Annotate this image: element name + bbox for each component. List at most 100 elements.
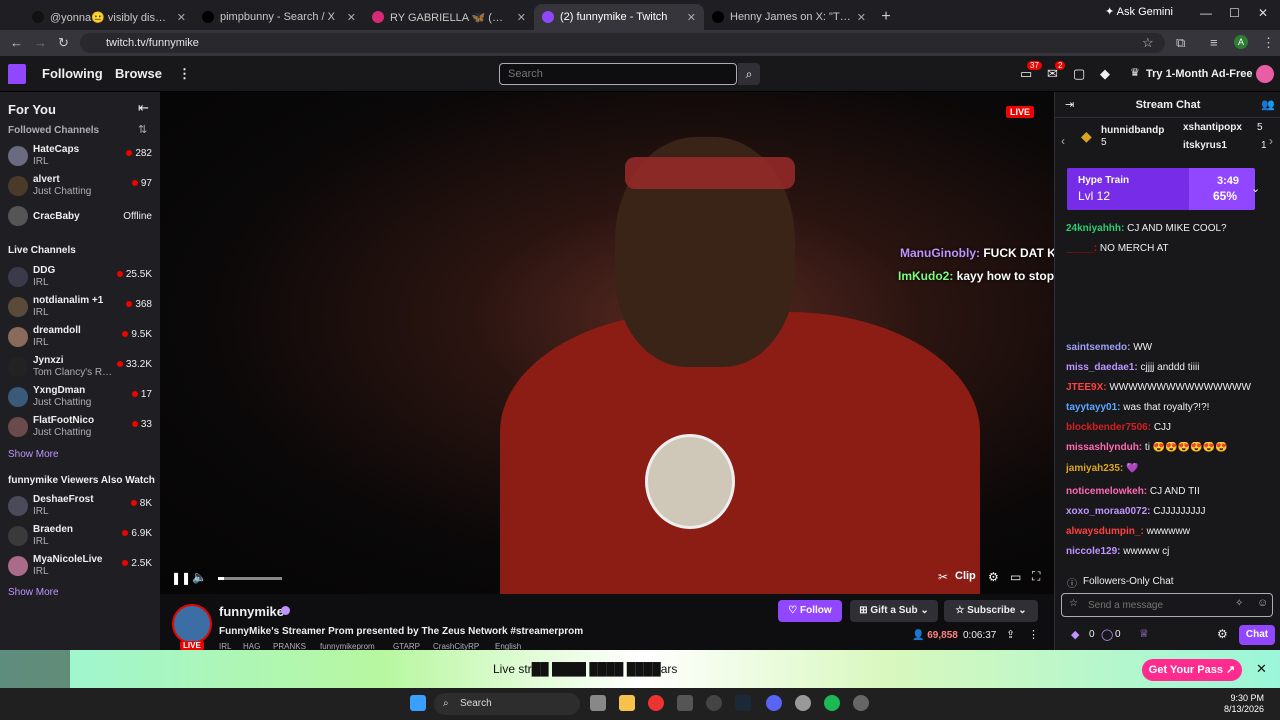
chat-username[interactable]: JTEE9X:	[1066, 382, 1107, 393]
taskbar-app-icon[interactable]	[677, 695, 693, 711]
chat-username[interactable]: saintsemedo:	[1066, 342, 1130, 353]
show-more-live[interactable]: Show More	[8, 449, 59, 460]
chat-send-button[interactable]: Chat	[1239, 625, 1275, 645]
chat-message[interactable]: niccole129: wwwww cj	[1066, 546, 1266, 557]
discord-icon[interactable]	[766, 695, 782, 711]
close-window-icon[interactable]: ✕	[1258, 6, 1268, 20]
file-explorer-icon[interactable]	[619, 695, 635, 711]
forward-icon[interactable]: →	[34, 35, 47, 50]
show-more-also[interactable]: Show More	[8, 587, 59, 598]
leaderboard-icon[interactable]: ♕	[1139, 627, 1149, 640]
chat-username[interactable]: miss_daedae1:	[1066, 362, 1138, 373]
close-tab-icon[interactable]: ✕	[517, 11, 526, 24]
bits-cheer-icon[interactable]: ✧	[1235, 598, 1243, 609]
nav-following[interactable]: Following	[42, 66, 103, 81]
steam-icon[interactable]	[735, 695, 751, 711]
minimize-icon[interactable]: —	[1200, 6, 1212, 20]
ad-banner[interactable]: Live str██ ████ ████ ████ars Get Your Pa…	[0, 650, 1280, 688]
chat-username[interactable]: xoxo_moraa0072:	[1066, 506, 1151, 517]
sidebar-channel-item[interactable]: MyaNicoleLive IRL 2.5K	[0, 552, 160, 582]
volume-slider[interactable]	[218, 577, 282, 580]
nav-more-icon[interactable]: ⋮	[178, 66, 191, 82]
sidebar-channel-item[interactable]: HateCaps IRL 282	[0, 142, 160, 172]
twitch-logo-icon[interactable]	[8, 64, 26, 84]
pause-icon[interactable]: ❚❚	[171, 571, 191, 585]
chat-message[interactable]: saintsemedo: WW	[1066, 342, 1266, 353]
sidebar-channel-item[interactable]: YxngDman Just Chatting 17	[0, 383, 160, 413]
browser-tab[interactable]: RY GABRIELLA 🦋 (@ryygabriel ✕	[364, 4, 534, 30]
share-icon[interactable]: ⇪	[1006, 628, 1015, 641]
chat-username[interactable]: niccole129:	[1066, 546, 1120, 557]
chat-message[interactable]: blockbender7506: CJJ	[1066, 422, 1266, 433]
taskbar-app-icon[interactable]	[706, 695, 722, 711]
close-tab-icon[interactable]: ✕	[347, 11, 356, 24]
chat-message[interactable]: tayytayy01: was that royalty?!?!	[1066, 402, 1266, 413]
ad-cta-button[interactable]: Get Your Pass ↗	[1142, 659, 1242, 681]
user-avatar[interactable]	[1256, 65, 1274, 83]
chat-message[interactable]: JTEE9X: WWWWWWWWWWWWWWW	[1066, 382, 1266, 393]
reading-list-icon[interactable]: ≡	[1210, 35, 1218, 50]
nav-browse[interactable]: Browse	[115, 66, 162, 81]
browser-tab[interactable]: Henny James on X: "That beer ✕	[704, 4, 874, 30]
chat-message[interactable]: jamiyah235: 💜	[1066, 463, 1266, 474]
video-player[interactable]: LIVE ManuGinobly: FUCK DAT KEEP SMOKING …	[160, 92, 1054, 594]
chat-username[interactable]: alwaysdumpin_:	[1066, 526, 1144, 537]
taskbar-clock[interactable]: 9:30 PM 8/13/2026	[1224, 693, 1264, 715]
chat-username[interactable]: blockbender7506:	[1066, 422, 1151, 433]
chat-username[interactable]: 24kniyahhh:	[1066, 223, 1124, 234]
close-tab-icon[interactable]: ✕	[857, 11, 866, 24]
sidebar-channel-item[interactable]: notdianalim +1 IRL 368	[0, 293, 160, 323]
chat-username[interactable]: noticemelowkeh:	[1066, 486, 1147, 497]
taskbar-search[interactable]: ⌕ Search	[434, 693, 580, 715]
chevron-left-icon[interactable]: ‹	[1061, 134, 1065, 148]
gift-sub-button[interactable]: ⊞ Gift a Sub ⌄	[850, 600, 938, 622]
clip-button[interactable]: Clip	[955, 570, 976, 582]
collapse-sidebar-icon[interactable]: ⇤	[138, 100, 149, 116]
emote-picker-left-icon[interactable]: ☆	[1069, 598, 1078, 609]
task-view-icon[interactable]	[590, 695, 606, 711]
reload-icon[interactable]: ↻	[58, 35, 69, 51]
back-icon[interactable]: ←	[10, 35, 23, 50]
bookmark-star-icon[interactable]: ☆	[1142, 35, 1154, 51]
volume-icon[interactable]: 🔈	[192, 570, 207, 584]
chat-username[interactable]: jamiyah235:	[1066, 463, 1123, 474]
url-field[interactable]: twitch.tv/funnymike	[80, 33, 1165, 53]
chat-message[interactable]: missashlynduh: ti 😍😍😍😍😍😍	[1066, 442, 1266, 453]
chat-message[interactable]: miss_daedae1: cjjjj anddd tiiii	[1066, 362, 1266, 373]
chevron-right-icon[interactable]: ›	[1269, 134, 1273, 148]
hype-train-banner[interactable]: Hype Train Lvl 12 3:49 65%	[1067, 168, 1255, 210]
close-tab-icon[interactable]: ✕	[687, 11, 696, 24]
extensions-icon[interactable]: ⧉	[1176, 35, 1185, 51]
ask-gemini-button[interactable]: ✦ Ask Gemini	[1105, 5, 1173, 18]
subscribe-button[interactable]: ☆ Subscribe ⌄	[944, 600, 1038, 622]
chat-message[interactable]: alwaysdumpin_: wwwwww	[1066, 526, 1266, 537]
browser-tab[interactable]: pimpbunny - Search / X ✕	[194, 4, 364, 30]
taskbar-app-icon[interactable]	[853, 695, 869, 711]
chat-username[interactable]: missashlynduh:	[1066, 442, 1142, 453]
top-gifter-name[interactable]: xshantipopx	[1183, 122, 1242, 133]
more-options-icon[interactable]: ⋮	[1028, 628, 1039, 641]
maximize-icon[interactable]: ☐	[1229, 6, 1240, 20]
sidebar-channel-item[interactable]: CracBaby Offline	[0, 202, 160, 232]
channel-points-icon[interactable]: ◯	[1101, 628, 1113, 641]
spotify-icon[interactable]	[824, 695, 840, 711]
sidebar-channel-item[interactable]: dreamdoll IRL 9.5K	[0, 323, 160, 353]
sidebar-channel-item[interactable]: alvert Just Chatting 97	[0, 172, 160, 202]
top-gifter-name[interactable]: itskyrus1	[1183, 140, 1227, 151]
chat-message[interactable]: xoxo_moraa0072: CJJJJJJJJJ	[1066, 506, 1266, 517]
browser-tab[interactable]: (2) funnymike - Twitch ✕	[534, 4, 704, 30]
chat-message[interactable]: 24kniyahhh: CJ AND MIKE COOL?	[1066, 223, 1266, 234]
profile-avatar-icon[interactable]: A	[1234, 35, 1248, 49]
chat-message[interactable]: noticemelowkeh: CJ AND TII	[1066, 486, 1266, 497]
sidebar-channel-item[interactable]: JynxziTom Clancy's Rainbow Six Siege 33.2…	[0, 353, 160, 383]
top-gifter-name[interactable]: hunnidbandp	[1101, 125, 1164, 136]
windows-start-icon[interactable]	[410, 695, 426, 711]
chat-message[interactable]: _____: NO MERCH AT	[1066, 243, 1266, 254]
follow-button[interactable]: ♡ Follow	[778, 600, 842, 622]
theatre-mode-icon[interactable]: ▭	[1010, 570, 1021, 584]
bits-icon[interactable]: ◆	[1100, 66, 1110, 82]
chat-username[interactable]: tayytayy01:	[1066, 402, 1120, 413]
whispers-icon[interactable]: ▢	[1073, 66, 1085, 82]
browser-menu-icon[interactable]: ⋮	[1262, 35, 1275, 51]
sort-icon[interactable]: ⇅	[138, 123, 147, 136]
